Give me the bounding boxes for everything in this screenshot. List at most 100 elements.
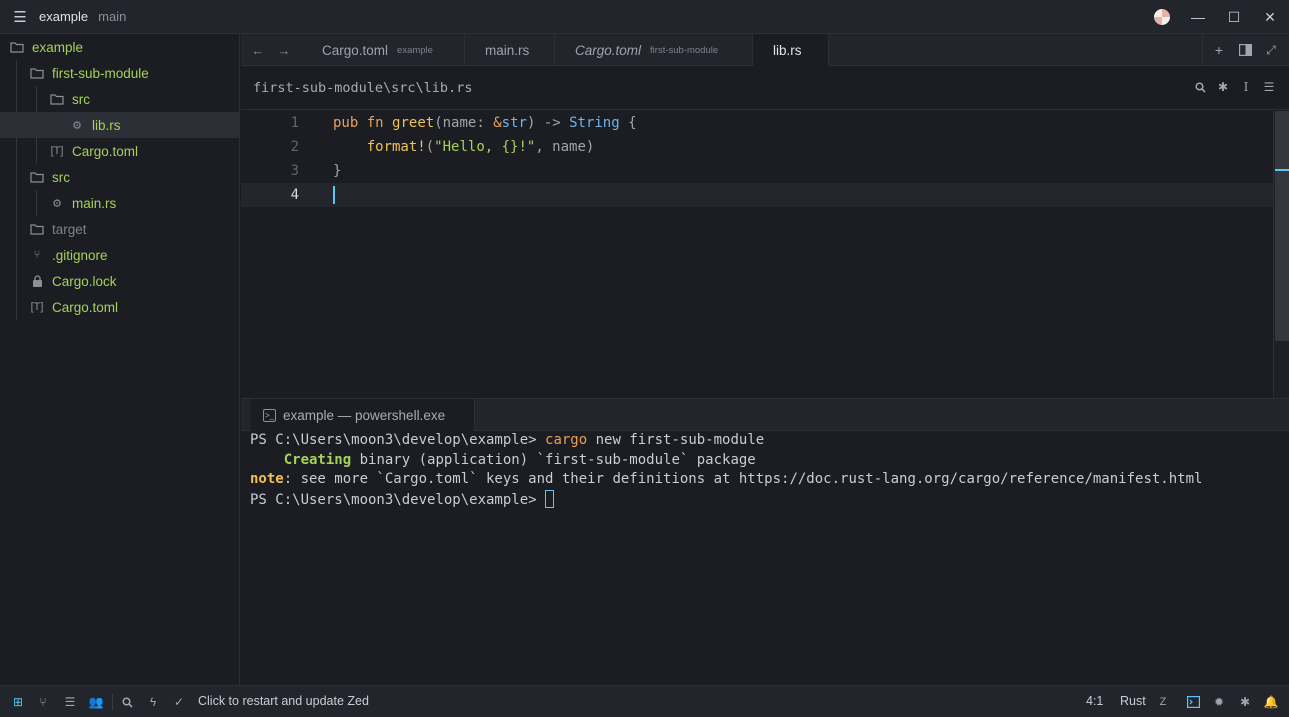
line-number: 4 [290, 187, 299, 203]
toml-file-icon: [T] [30, 301, 44, 313]
search-icon[interactable] [1191, 78, 1209, 96]
terminal-line: Creating binary (application) `first-sub… [250, 451, 756, 468]
git-icon: ⑂ [33, 249, 41, 261]
rust-file-icon: ⚙ [52, 197, 62, 210]
folder-icon [30, 222, 44, 236]
tree-item-label: .gitignore [52, 247, 108, 263]
tree-item-label: example [32, 39, 84, 55]
lock-icon [30, 274, 44, 288]
text-cursor-icon[interactable]: I [1237, 78, 1255, 96]
project-panel-icon[interactable]: ⊞ [9, 693, 27, 711]
tree-item-gitignore[interactable]: ⑂ .gitignore [0, 242, 240, 268]
project-name[interactable]: example [39, 9, 88, 24]
terminal-line: PS C:\Users\moon3\develop\example> [250, 489, 555, 511]
back-arrow-icon[interactable]: ← [245, 34, 271, 66]
tree-item-label: target [52, 221, 87, 237]
tree-item-cargo-lock[interactable]: Cargo.lock [0, 268, 240, 294]
rust-file-icon: ⚙ [72, 119, 82, 132]
code-line: 2 format!("Hello, {}!", name) [241, 135, 1273, 159]
tab-cargo-toml-first-sub-module[interactable]: Cargo.toml first-sub-module [555, 34, 753, 66]
tree-item-label: Cargo.toml [52, 299, 119, 315]
split-pane-icon[interactable] [1233, 34, 1257, 66]
tab-label: main.rs [485, 42, 530, 58]
tree-item-cargo-toml[interactable]: [T] Cargo.toml [0, 294, 240, 320]
line-number: 1 [290, 115, 299, 131]
tab-lib-rs[interactable]: lib.rs [753, 34, 829, 67]
language-selector[interactable]: Rust [1120, 694, 1146, 708]
editor-tab-bar: ← → Cargo.toml example main.rs Cargo.tom… [241, 34, 1289, 67]
code-line: 3 } [241, 159, 1273, 183]
minimize-button[interactable]: — [1180, 0, 1216, 34]
cursor-position[interactable]: 4:1 [1086, 694, 1103, 708]
terminal-tab-label: example — powershell.exe [283, 408, 446, 423]
plus-icon[interactable]: + [1207, 34, 1231, 66]
tree-item-lib-rs[interactable]: ⚙ lib.rs [0, 112, 240, 138]
divider [112, 694, 113, 710]
breadcrumb[interactable]: first-sub-module\src\lib.rs [253, 80, 472, 96]
assistant-sparkle-icon[interactable]: ✱ [1236, 693, 1254, 711]
update-notification[interactable]: Click to restart and update Zed [198, 694, 369, 708]
tree-item-src[interactable]: src [0, 86, 240, 112]
project-panel: example first-sub-module src ⚙ lib.rs [T… [0, 34, 240, 685]
search-icon[interactable] [118, 693, 136, 711]
line-number: 3 [290, 163, 299, 179]
debug-bug-icon[interactable]: ✹ [1210, 693, 1228, 711]
cursor-position-marker [1275, 169, 1289, 171]
terminal-panel[interactable]: PS C:\Users\moon3\develop\example> cargo… [241, 431, 1289, 685]
lightning-icon[interactable]: ϟ [144, 693, 162, 711]
code-line-current: 4 [241, 183, 1273, 207]
outline-icon[interactable]: ☰ [61, 693, 79, 711]
tree-item-target[interactable]: target [0, 216, 240, 242]
divider [1202, 34, 1203, 66]
zed-predict-icon[interactable]: Z [1154, 693, 1172, 711]
folder-open-icon [50, 92, 64, 106]
avatar[interactable] [1154, 9, 1170, 25]
settings-sliders-icon[interactable]: ☰ [1260, 78, 1278, 96]
forward-arrow-icon[interactable]: → [271, 34, 297, 66]
terminal-icon: >_ [263, 409, 276, 422]
tree-item-label: main.rs [72, 195, 117, 211]
text-cursor [333, 186, 335, 204]
line-number: 2 [290, 139, 299, 155]
assistant-sparkle-icon[interactable]: ✱ [1214, 78, 1232, 96]
git-branch-icon[interactable]: ⑂ [34, 693, 52, 711]
maximize-pane-icon[interactable]: ⤢ [1259, 34, 1283, 66]
tab-label: lib.rs [773, 43, 802, 58]
tree-item-example[interactable]: example [0, 34, 240, 60]
code-line: 1 pub fn greet(name: &str) -> String { [241, 111, 1273, 135]
tree-item-label: lib.rs [92, 117, 121, 133]
tree-item-label: first-sub-module [52, 65, 149, 81]
tree-item-label: Cargo.lock [52, 273, 117, 289]
tab-cargo-toml-example[interactable]: Cargo.toml example [302, 34, 465, 66]
tree-item-src[interactable]: src [0, 164, 240, 190]
breadcrumb-bar: first-sub-module\src\lib.rs ✱ I ☰ [241, 66, 1289, 110]
tree-item-label: Cargo.toml [72, 143, 139, 159]
hamburger-menu-icon[interactable]: ☰ [10, 8, 30, 26]
code-text: format!("Hello, {}!", name) [366, 139, 595, 155]
tree-item-first-sub-module[interactable]: first-sub-module [0, 60, 240, 86]
check-icon[interactable]: ✓ [170, 693, 188, 711]
terminal-line: note: see more `Cargo.toml` keys and the… [250, 471, 1203, 487]
code-text: } [333, 163, 342, 179]
tree-item-cargo-toml[interactable]: [T] Cargo.toml [0, 138, 240, 164]
terminal-panel-icon[interactable] [1184, 693, 1202, 711]
branch-name[interactable]: main [98, 9, 126, 24]
editor-scrollbar[interactable] [1273, 111, 1289, 398]
code-editor[interactable]: 1 pub fn greet(name: &str) -> String { 2… [241, 111, 1289, 398]
tab-sublabel: first-sub-module [650, 44, 719, 56]
folder-open-icon [10, 40, 24, 54]
maximize-button[interactable]: ☐ [1216, 0, 1252, 34]
folder-open-icon [30, 170, 44, 184]
tab-main-rs[interactable]: main.rs [465, 34, 555, 66]
terminal-cursor [545, 489, 555, 508]
terminal-tab[interactable]: >_ example — powershell.exe [251, 399, 475, 432]
tab-sublabel: example [397, 44, 433, 56]
collab-users-icon[interactable]: 👥 [87, 693, 105, 711]
notification-bell-icon[interactable]: 🔔 [1262, 693, 1280, 711]
scrollbar-thumb[interactable] [1275, 111, 1289, 341]
tree-item-main-rs[interactable]: ⚙ main.rs [0, 190, 240, 216]
code-text: pub fn greet(name: &str) -> String { [333, 115, 637, 131]
toml-file-icon: [T] [50, 145, 64, 157]
status-bar: ⊞ ⑂ ☰ 👥 ϟ ✓ Click to restart and update … [0, 685, 1289, 717]
close-window-button[interactable]: ✕ [1252, 0, 1288, 34]
